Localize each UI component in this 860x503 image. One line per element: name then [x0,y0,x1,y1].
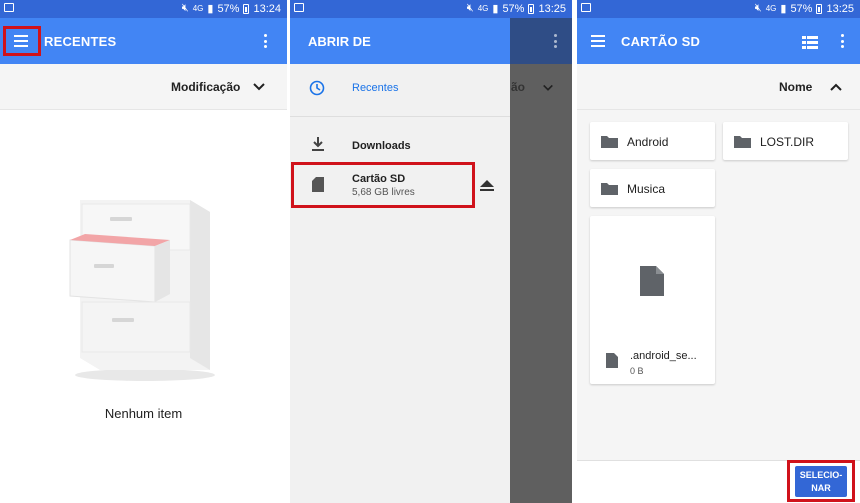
list-view-icon[interactable] [802,36,818,49]
drawer-item-recentes[interactable]: Recentes [290,66,510,110]
folder-card-lost-dir[interactable]: LOST.DIR [723,122,848,160]
chevron-up-icon[interactable] [829,80,843,94]
battery-percent: 57% [790,2,813,15]
chevron-down-icon [543,84,553,91]
signal-icon: ▮ [780,3,787,15]
folder-name: Musica [627,182,666,196]
file-icon [640,266,664,296]
drawer-item-sublabel: 5,68 GB livres [352,187,415,198]
folder-icon [601,136,618,148]
chevron-down-icon[interactable] [252,80,266,94]
page-title: RECENTES [44,34,117,49]
empty-cabinet-illustration [69,200,215,381]
hamburger-menu-icon[interactable] [7,29,35,53]
status-bar: 🔇︎ 4G ▮ 57% 13:25 [290,0,572,18]
drawer-divider [290,116,510,117]
folder-card-android[interactable]: Android [590,122,715,160]
folder-icon [601,183,618,195]
overflow-menu-icon[interactable] [837,32,847,50]
file-card[interactable]: .android_se... 0 B [590,216,715,384]
folder-name: LOST.DIR [760,135,815,149]
drawer-item-label: Cartão SD [352,173,406,185]
sort-label[interactable]: Modificação [171,80,240,94]
app-bar: CARTÃO SD [577,18,860,64]
file-size: 0 B [630,366,644,376]
signal-icon: ▮ [492,3,499,15]
image-notification-icon [294,3,304,12]
clock-time: 13:25 [826,2,854,15]
battery-icon [528,3,535,14]
drawer-item-cartao-sd[interactable]: Cartão SD 5,68 GB livres [290,164,510,208]
network-type: 4G [477,4,489,13]
clock-icon [309,80,325,96]
mute-icon: 🔇︎ [466,2,474,14]
drawer-title: ABRIR DE [308,34,371,49]
battery-percent: 57% [217,2,240,15]
sort-bar: Modificação [0,64,287,110]
drawer-item-downloads[interactable]: Downloads [290,124,510,168]
battery-percent: 57% [502,2,525,15]
screen-cartao-sd: 🔇︎ 4G ▮ 57% 13:25 CARTÃO SD Nome Android… [577,0,860,503]
folder-icon [734,136,751,148]
navigation-drawer: Recentes Downloads Cartão SD 5,68 GB liv… [290,64,510,503]
mute-icon: 🔇︎ [754,2,762,14]
drawer-header: ABRIR DE [290,18,510,64]
screen-abrir-de: 🔇︎ 4G ▮ 57% 13:25 ão ABRIR DE Recentes D… [290,0,572,503]
dimmed-sort-label: ão [511,80,526,94]
page-title: CARTÃO SD [621,34,701,49]
file-icon [606,353,618,368]
sort-bar: Nome [577,64,860,110]
screen-recentes: 🔇︎ 4G ▮ 57% 13:24 RECENTES Modificação N… [0,0,287,503]
sort-label[interactable]: Nome [779,80,812,94]
folder-name: Android [627,135,669,149]
battery-icon [816,3,823,14]
status-bar: 🔇︎ 4G ▮ 57% 13:25 [577,0,860,18]
select-button-line-2: NAR [811,483,831,493]
overflow-menu-icon[interactable] [260,32,270,50]
select-button[interactable]: SELECIO- NAR [795,466,847,497]
clock-time: 13:24 [253,2,281,15]
network-type: 4G [765,4,777,13]
file-name: .android_se... [630,350,697,362]
mute-icon: 🔇︎ [181,2,189,14]
download-icon [312,137,324,151]
image-notification-icon [4,3,14,12]
drawer-item-label: Downloads [352,140,411,152]
folder-card-musica[interactable]: Musica [590,169,715,207]
image-notification-icon [581,3,591,12]
dimmed-app-bar [510,18,572,64]
status-bar: 🔇︎ 4G ▮ 57% 13:24 [0,0,287,18]
overflow-menu-icon [550,32,560,50]
empty-state-message: Nenhum item [104,406,183,421]
battery-icon [243,3,250,14]
eject-icon[interactable] [480,180,494,192]
hamburger-menu-icon[interactable] [584,29,612,53]
drawer-item-label: Recentes [352,82,399,94]
app-bar: RECENTES [0,18,287,64]
select-button-line-1: SELECIO- [799,470,843,480]
signal-icon: ▮ [207,3,214,15]
network-type: 4G [192,4,204,13]
sd-card-icon [312,177,324,192]
clock-time: 13:25 [538,2,566,15]
